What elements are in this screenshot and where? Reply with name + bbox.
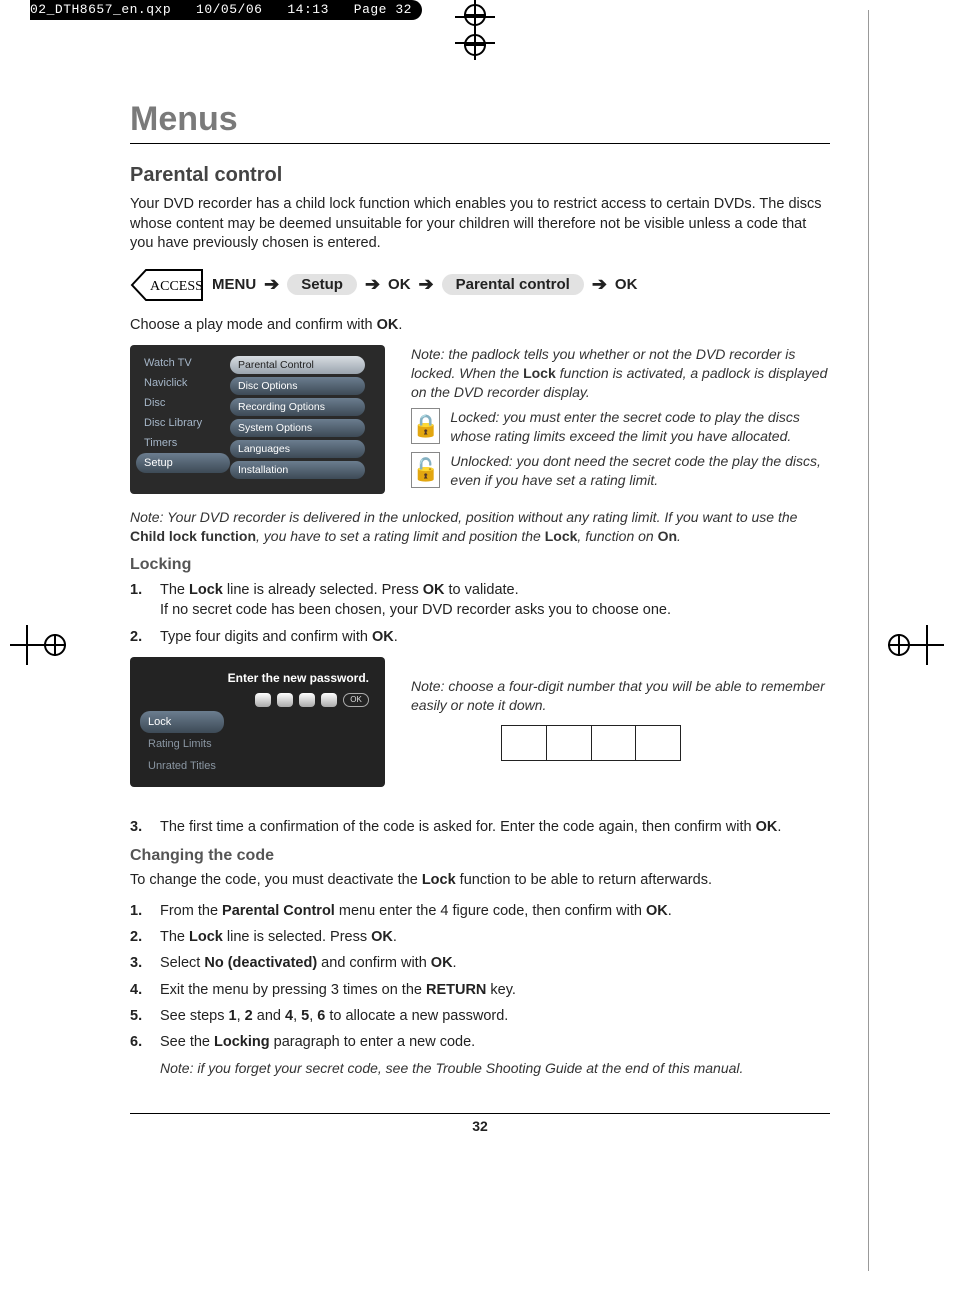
screenshot-password-panel: Enter the new password. OK Lock Rating L… (130, 657, 385, 787)
padlock-note: Note: the padlock tells you whether or n… (411, 345, 830, 402)
password-digit-box (321, 693, 337, 707)
access-badge-icon: ACCESS (130, 268, 204, 302)
changing-step-2: 2. The Lock line is selected. Press OK. (130, 927, 830, 947)
arrow-icon: ➔ (592, 274, 607, 295)
menu-left-item: Disc Library (140, 413, 230, 433)
crop-mark-bottom (455, 0, 495, 60)
panel-header: Enter the new password. (228, 671, 369, 685)
svg-text:ACCESS: ACCESS (150, 279, 203, 294)
changing-step-3: 3. Select No (deactivated) and confirm w… (130, 953, 830, 973)
menu-left-item: Timers (140, 433, 230, 453)
breadcrumb-ok: OK (388, 276, 411, 293)
arrow-icon: ➔ (419, 274, 434, 295)
title-rule (130, 143, 830, 144)
panel-side-item: Rating Limits (140, 733, 224, 755)
locked-note: Locked: you must enter the secret code t… (450, 408, 830, 446)
menu-right-item: Languages (230, 440, 365, 458)
menu-right-item: Recording Options (230, 398, 365, 416)
breadcrumb-ok: OK (615, 276, 638, 293)
qxp-file: 02_DTH8657_en.qxp (30, 2, 171, 17)
choose-play-mode-line: Choose a play mode and confirm with OK. (130, 316, 830, 336)
code-reminder-boxes (501, 725, 681, 761)
qxp-header: 02_DTH8657_en.qxp 10/05/06 14:13 Page 32 (30, 0, 422, 20)
forget-code-note: Note: if you forget your secret code, se… (160, 1059, 830, 1078)
qxp-page-prefix: Page (354, 2, 387, 17)
page-title: Menus (130, 100, 830, 139)
section-heading: Parental control (130, 164, 830, 187)
locking-step-3: 3. The first time a confirmation of the … (130, 817, 830, 837)
page-number: 32 (130, 1118, 830, 1134)
menu-left-item: Naviclick (140, 373, 230, 393)
arrow-icon: ➔ (365, 274, 380, 295)
unlocked-note: Unlocked: you dont need the secret code … (450, 452, 830, 490)
crop-mark-left (10, 625, 70, 665)
menu-right-item: Installation (230, 461, 365, 479)
delivery-note: Note: Your DVD recorder is delivered in … (130, 508, 830, 546)
menu-right-item: Disc Options (230, 377, 365, 395)
breadcrumb-setup: Setup (287, 274, 357, 295)
changing-code-heading: Changing the code (130, 847, 830, 865)
locking-step-2: 2. Type four digits and confirm with OK. (130, 627, 830, 647)
trim-line-right (868, 10, 869, 1271)
panel-side-item-active: Lock (140, 711, 224, 733)
unlocked-padlock-icon: 🔓 (411, 452, 440, 488)
breadcrumb: ACCESS MENU ➔ Setup ➔ OK ➔ Parental cont… (130, 268, 830, 302)
crop-mark-right (884, 625, 944, 665)
password-digit-box (277, 693, 293, 707)
password-digit-box (299, 693, 315, 707)
qxp-time: 14:13 (287, 2, 329, 17)
menu-right-item: System Options (230, 419, 365, 437)
password-digit-box (255, 693, 271, 707)
locking-step-1: 1. The Lock line is already selected. Pr… (130, 580, 830, 621)
arrow-icon: ➔ (264, 274, 279, 295)
changing-step-6: 6. See the Locking paragraph to enter a … (130, 1032, 830, 1052)
qxp-date: 10/05/06 (196, 2, 262, 17)
menu-right-item-active: Parental Control (230, 356, 365, 374)
intro-paragraph: Your DVD recorder has a child lock funct… (130, 195, 830, 254)
panel-ok-button: OK (343, 693, 369, 707)
changing-intro: To change the code, you must deactivate … (130, 871, 830, 891)
changing-step-1: 1. From the Parental Control menu enter … (130, 901, 830, 921)
qxp-page-num: 32 (395, 2, 412, 17)
footer-rule (130, 1113, 830, 1114)
screenshot-setup-menu: Watch TV Naviclick Disc Disc Library Tim… (130, 345, 385, 494)
changing-step-5: 5. See steps 1, 2 and 4, 5, 6 to allocat… (130, 1006, 830, 1026)
locked-padlock-icon: 🔒 (411, 408, 440, 444)
locking-heading: Locking (130, 556, 830, 574)
menu-left-item: Watch TV (140, 353, 230, 373)
breadcrumb-parental-control: Parental control (442, 274, 584, 295)
breadcrumb-menu: MENU (212, 276, 256, 293)
menu-left-item: Disc (140, 393, 230, 413)
changing-step-4: 4. Exit the menu by pressing 3 times on … (130, 980, 830, 1000)
page-content: Menus Parental control Your DVD recorder… (130, 100, 830, 1134)
menu-left-item-active: Setup (136, 453, 230, 473)
panel-side-item: Unrated Titles (140, 755, 224, 777)
four-digit-note: Note: choose a four-digit number that yo… (411, 677, 830, 715)
